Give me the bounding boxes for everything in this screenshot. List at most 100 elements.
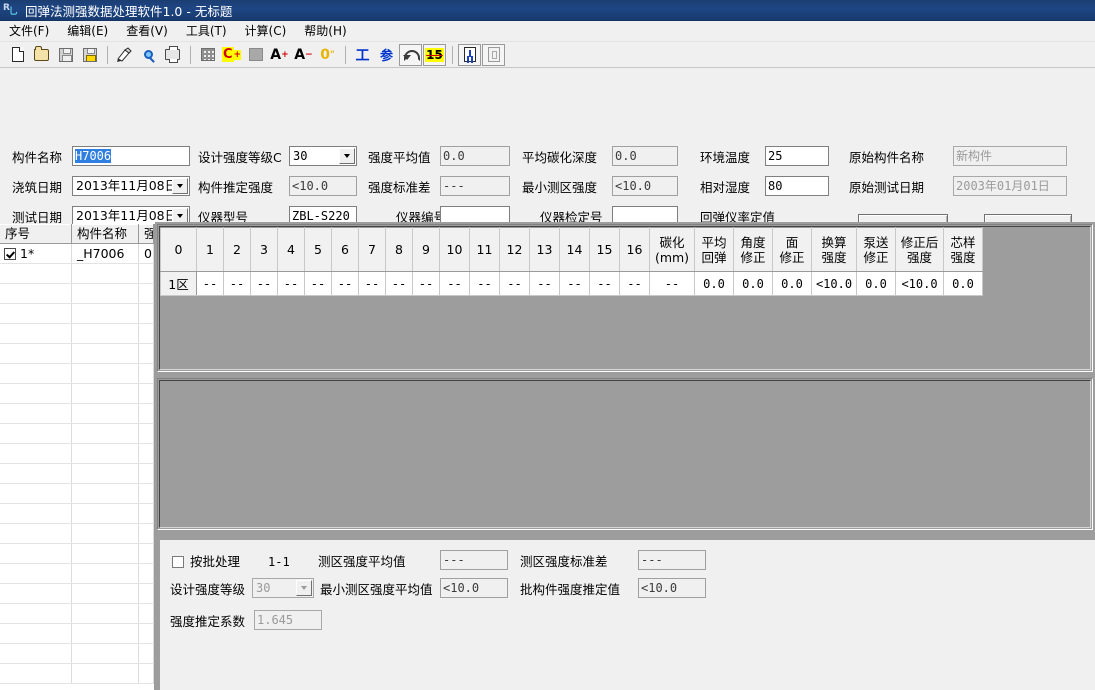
list-item-empty[interactable] [0,504,154,524]
chart-panel[interactable] [157,378,1093,530]
component-row-index[interactable]: 1* [0,244,72,263]
rebound-data-table[interactable]: 0 1 2 3 4 5 6 7 8 9 10 11 12 13 14 15 16… [160,227,983,296]
undo-icon[interactable] [399,43,422,66]
menu-edit[interactable]: 编辑(E) [58,22,117,40]
cell-avg-rebound[interactable]: 0.0 [694,271,734,296]
col-header-1[interactable]: 1 [196,227,224,272]
col-header-11[interactable]: 11 [469,227,500,272]
col-header-7[interactable]: 7 [358,227,386,272]
zoom-preview-icon[interactable] [137,44,160,66]
col-header-14[interactable]: 14 [559,227,590,272]
cell-r10[interactable]: -- [439,271,470,296]
list-item-empty[interactable] [0,424,154,444]
col-header-avg-rebound[interactable]: 平均 回弹 [694,227,734,272]
list-item-empty[interactable] [0,624,154,644]
export-report-icon[interactable] [482,43,505,66]
list-item-empty[interactable] [0,304,154,324]
cell-core-strength[interactable]: 0.0 [943,271,983,296]
cell-pump-correction[interactable]: 0.0 [856,271,896,296]
col-header-0[interactable]: 0 [160,227,197,272]
list-item-empty[interactable] [0,664,154,684]
zero-correction-icon[interactable]: 0 " [316,44,339,66]
col-header-16[interactable]: 16 [619,227,650,272]
list-item-empty[interactable] [0,604,154,624]
import-data-icon[interactable] [113,44,136,66]
component-name-input[interactable]: H7006 [72,146,190,166]
menu-tools[interactable]: 工具(T) [177,22,236,40]
cell-corrected-strength[interactable]: <10.0 [895,271,944,296]
cell-zone[interactable]: 1区 [160,271,197,296]
col-header-converted-strength[interactable]: 换算 强度 [811,227,857,272]
cell-r16[interactable]: -- [619,271,650,296]
column-header-index[interactable]: 序号 [0,224,72,243]
menu-file[interactable]: 文件(F) [0,22,58,40]
chevron-down-icon[interactable] [172,178,188,194]
cell-r13[interactable]: -- [529,271,560,296]
font-decrease-icon[interactable]: A − [292,44,315,66]
gray-block-icon[interactable] [244,44,267,66]
open-folder-icon[interactable] [30,44,53,66]
table-grid-icon[interactable] [196,44,219,66]
chevron-down-icon[interactable] [339,148,355,164]
humidity-input[interactable]: 80 [765,176,829,196]
cell-angle-correction[interactable]: 0.0 [733,271,773,296]
cell-r4[interactable]: -- [277,271,305,296]
chart-panel-surface[interactable] [159,380,1091,528]
list-item-empty[interactable] [0,344,154,364]
list-item-empty[interactable] [0,404,154,424]
column-header-strength[interactable]: 强 [139,224,154,243]
batch-design-grade-select[interactable]: 30 [252,578,314,598]
strikethrough-15-icon[interactable]: 15 [423,43,446,66]
cell-r7[interactable]: -- [358,271,386,296]
cell-r3[interactable]: -- [250,271,278,296]
list-item-empty[interactable] [0,264,154,284]
cell-face-correction[interactable]: 0.0 [772,271,812,296]
print-icon[interactable] [161,44,184,66]
menu-help[interactable]: 帮助(H) [295,22,355,40]
cell-r2[interactable]: -- [223,271,251,296]
save-as-icon[interactable] [78,44,101,66]
parameter-icon[interactable]: 参 [375,44,398,66]
col-header-angle-correction[interactable]: 角度 修正 [733,227,773,272]
col-header-carbonation[interactable]: 碳化 (mm) [649,227,695,272]
col-header-core-strength[interactable]: 芯样 强度 [943,227,983,272]
cell-converted-strength[interactable]: <10.0 [811,271,857,296]
cell-r9[interactable]: -- [412,271,440,296]
col-header-6[interactable]: 6 [331,227,359,272]
col-header-8[interactable]: 8 [385,227,413,272]
cell-r5[interactable]: -- [304,271,332,296]
cell-r12[interactable]: -- [499,271,530,296]
col-header-2[interactable]: 2 [223,227,251,272]
font-increase-icon[interactable]: A + [268,44,291,66]
cell-r1[interactable]: -- [196,271,224,296]
row-checkbox[interactable] [4,247,16,260]
list-item[interactable]: 1* _H7006 0 [0,244,154,264]
design-grade-select[interactable]: 30 [289,146,357,166]
col-header-10[interactable]: 10 [439,227,470,272]
list-item-empty[interactable] [0,324,154,344]
rebound-grid-viewport[interactable]: 0 1 2 3 4 5 6 7 8 9 10 11 12 13 14 15 16… [159,226,1091,370]
list-item-empty[interactable] [0,444,154,464]
col-header-5[interactable]: 5 [304,227,332,272]
component-list[interactable]: 序号 构件名称 强 1* _H7006 0 [0,224,155,690]
list-item-empty[interactable] [0,484,154,504]
col-header-12[interactable]: 12 [499,227,530,272]
cell-r14[interactable]: -- [559,271,590,296]
list-item-empty[interactable] [0,384,154,404]
table-row[interactable]: 1区 -- -- -- -- -- -- -- -- -- -- -- -- -… [160,271,983,296]
cell-r15[interactable]: -- [589,271,620,296]
list-item-empty[interactable] [0,584,154,604]
list-item-empty[interactable] [0,464,154,484]
save-icon[interactable] [54,44,77,66]
list-item-empty[interactable] [0,364,154,384]
list-item-empty[interactable] [0,544,154,564]
export-down-icon[interactable] [458,43,481,66]
list-item-empty[interactable] [0,564,154,584]
cell-r11[interactable]: -- [469,271,500,296]
col-header-4[interactable]: 4 [277,227,305,272]
ambient-temp-input[interactable]: 25 [765,146,829,166]
batch-processing-checkbox[interactable] [172,556,184,568]
chevron-down-icon[interactable] [296,580,312,596]
col-header-3[interactable]: 3 [250,227,278,272]
col-header-15[interactable]: 15 [589,227,620,272]
